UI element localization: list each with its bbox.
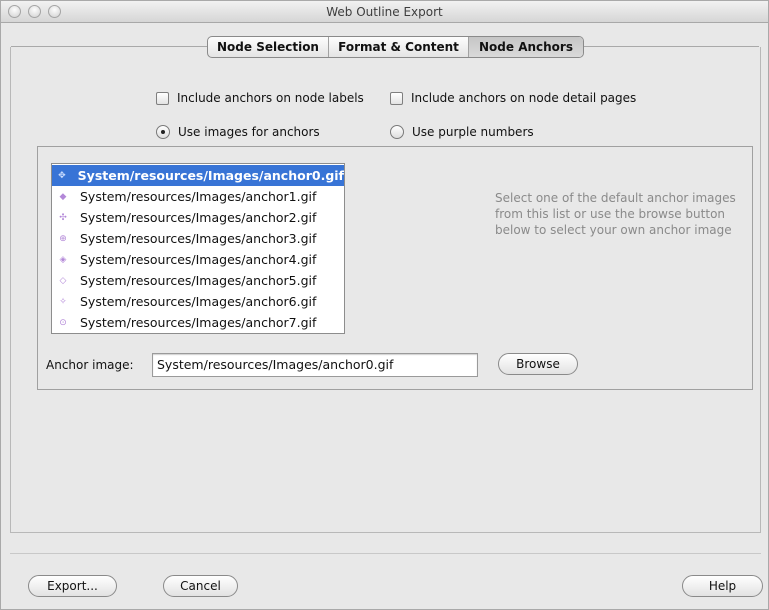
checkbox-box[interactable]	[156, 91, 169, 105]
list-item[interactable]: ◇ System/resources/Images/anchor5.gif	[52, 270, 344, 291]
anchor-image-list[interactable]: ✥ System/resources/Images/anchor0.gif ◆ …	[51, 163, 345, 334]
include-anchors-detail-pages-checkbox[interactable]: Include anchors on node detail pages	[390, 91, 636, 105]
footer-divider	[10, 553, 761, 554]
window-title: Web Outline Export	[326, 5, 443, 19]
export-button[interactable]: Export...	[28, 575, 117, 597]
tab-format-content[interactable]: Format & Content	[329, 37, 469, 57]
tab-node-selection[interactable]: Node Selection	[208, 37, 329, 57]
anchor-image-icon: ⊕	[59, 233, 67, 244]
radio-label: Use purple numbers	[412, 125, 534, 139]
browse-button[interactable]: Browse	[498, 353, 578, 375]
list-item-label: System/resources/Images/anchor3.gif	[80, 231, 317, 246]
anchor-image-icon: ✣	[59, 212, 67, 223]
anchor-image-icon: ⊙	[59, 317, 67, 328]
anchor-image-icon: ✥	[58, 170, 66, 181]
anchor-image-icon: ◈	[59, 254, 67, 265]
anchor-image-label: Anchor image:	[46, 358, 134, 372]
list-item[interactable]: ⊙ System/resources/Images/anchor7.gif	[52, 312, 344, 333]
help-button[interactable]: Help	[682, 575, 763, 597]
include-anchors-labels-checkbox[interactable]: Include anchors on node labels	[156, 91, 364, 105]
anchor-image-icon: ✧	[59, 296, 67, 307]
list-item-label: System/resources/Images/anchor5.gif	[80, 273, 317, 288]
list-item[interactable]: ✥ System/resources/Images/anchor0.gif	[52, 165, 344, 186]
list-item[interactable]: ✣ System/resources/Images/anchor2.gif	[52, 207, 344, 228]
anchor-image-field[interactable]: System/resources/Images/anchor0.gif	[152, 353, 478, 377]
use-purple-numbers-radio[interactable]: Use purple numbers	[390, 125, 534, 139]
radio-button[interactable]	[156, 125, 170, 139]
list-item[interactable]: ◆ System/resources/Images/anchor1.gif	[52, 186, 344, 207]
list-item-label: System/resources/Images/anchor2.gif	[80, 210, 317, 225]
list-item[interactable]: ⊕ System/resources/Images/anchor3.gif	[52, 228, 344, 249]
radio-label: Use images for anchors	[178, 125, 320, 139]
list-item-label: System/resources/Images/anchor6.gif	[80, 294, 317, 309]
checkbox-label: Include anchors on node detail pages	[411, 91, 637, 105]
radio-button[interactable]	[390, 125, 404, 139]
checkbox-label: Include anchors on node labels	[177, 91, 364, 105]
list-item[interactable]: ✧ System/resources/Images/anchor6.gif	[52, 291, 344, 312]
list-item[interactable]: ◈ System/resources/Images/anchor4.gif	[52, 249, 344, 270]
anchor-hint-text: Select one of the default anchor images …	[495, 191, 736, 237]
list-item-label: System/resources/Images/anchor1.gif	[80, 189, 317, 204]
anchor-image-icon: ◆	[59, 191, 67, 202]
title-bar[interactable]: Web Outline Export	[1, 1, 768, 23]
use-images-radio[interactable]: Use images for anchors	[156, 125, 320, 139]
list-item-label: System/resources/Images/anchor0.gif	[77, 168, 344, 183]
list-item-label: System/resources/Images/anchor7.gif	[80, 315, 317, 330]
anchor-image-icon: ◇	[59, 275, 67, 286]
list-item-label: System/resources/Images/anchor4.gif	[80, 252, 317, 267]
cancel-button[interactable]: Cancel	[163, 575, 238, 597]
checkbox-box[interactable]	[390, 91, 403, 105]
tab-bar: Node Selection Format & Content Node Anc…	[207, 36, 584, 58]
export-dialog-window: Web Outline Export Node Selection Format…	[0, 0, 769, 610]
tab-node-anchors[interactable]: Node Anchors	[469, 37, 583, 57]
